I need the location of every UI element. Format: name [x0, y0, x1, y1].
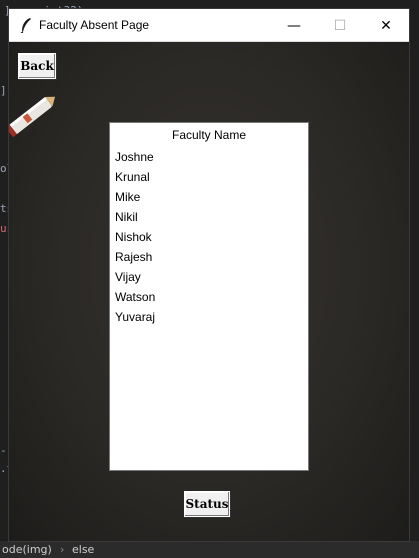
list-item[interactable]: Nikil [115, 210, 155, 230]
list-item[interactable]: Yuvaraj [115, 310, 155, 330]
chevron-right-icon: › [60, 543, 65, 556]
window-content: Back Faculty Name Joshne Krunal Mike Nik… [9, 42, 409, 541]
feather-icon [20, 18, 31, 33]
faculty-listbox[interactable]: Faculty Name Joshne Krunal Mike Nikil Ni… [109, 122, 309, 471]
editor-breadcrumb[interactable]: ode(img) [2, 543, 52, 556]
list-item[interactable]: Rajesh [115, 250, 155, 270]
minimize-icon: — [287, 17, 301, 34]
list-item[interactable]: Watson [115, 290, 155, 310]
status-button[interactable]: Status [184, 491, 230, 517]
maximize-icon: ☐ [333, 17, 347, 34]
list-item[interactable]: Joshne [115, 150, 155, 170]
list-item[interactable]: Mike [115, 190, 155, 210]
list-item[interactable]: Vijay [115, 270, 155, 290]
faculty-list: Joshne Krunal Mike Nikil Nishok Rajesh V… [115, 150, 155, 330]
faculty-absent-window: Faculty Absent Page — ☐ ✕ Back Faculty N… [8, 8, 410, 542]
back-button[interactable]: Back [18, 53, 56, 79]
window-title: Faculty Absent Page [39, 18, 150, 32]
close-icon: ✕ [380, 17, 392, 34]
list-item[interactable]: Nishok [115, 230, 155, 250]
list-item[interactable]: Krunal [115, 170, 155, 190]
editor-status-bar: ode(img) › else [0, 541, 419, 558]
maximize-button[interactable]: ☐ [317, 9, 363, 42]
minimize-button[interactable]: — [271, 9, 317, 42]
pencil-decoration-icon [9, 96, 56, 138]
title-bar[interactable]: Faculty Absent Page — ☐ ✕ [9, 9, 409, 42]
close-button[interactable]: ✕ [363, 9, 409, 42]
editor-code-fragment: ] [0, 84, 7, 97]
editor-breadcrumb-keyword[interactable]: else [72, 543, 94, 556]
list-header: Faculty Name [171, 128, 247, 142]
